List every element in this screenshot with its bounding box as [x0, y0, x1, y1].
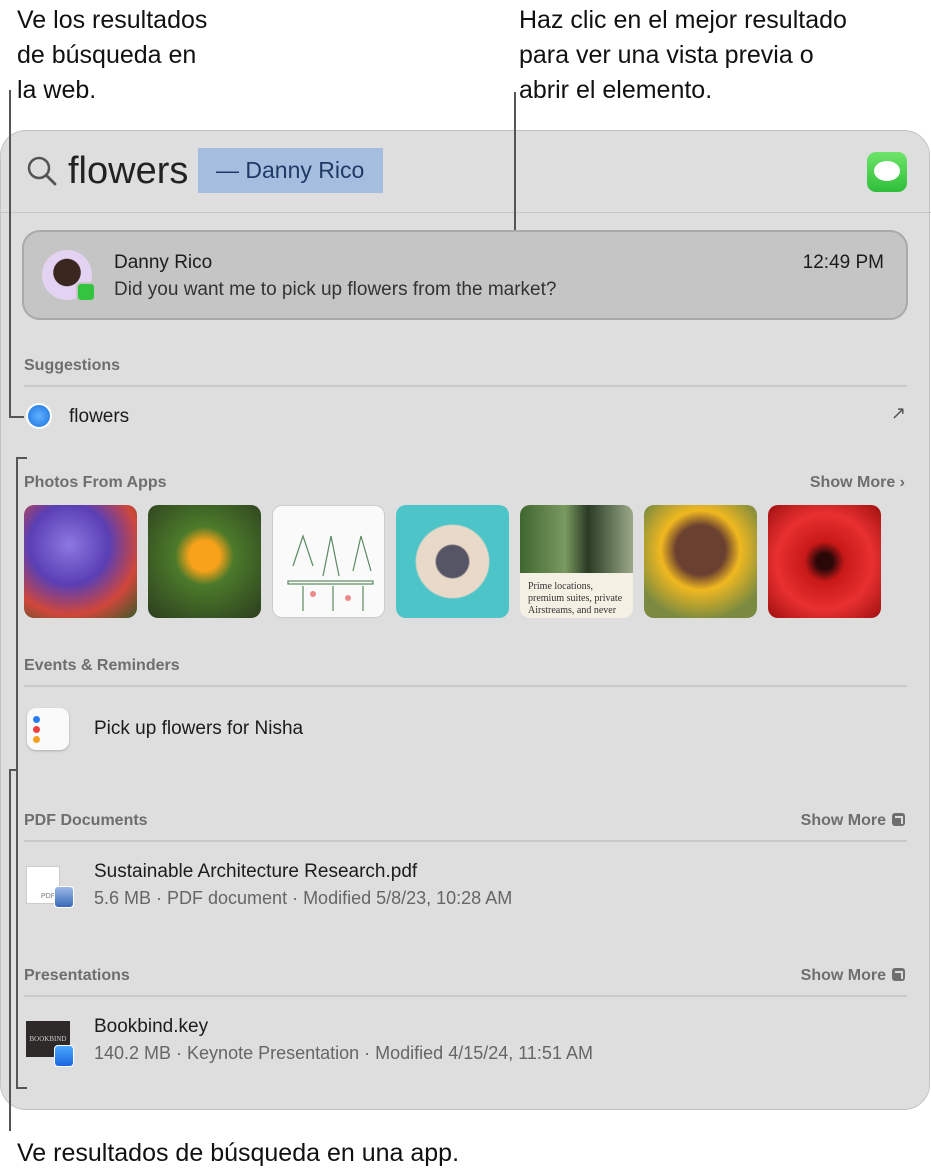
callout-leader — [9, 416, 24, 418]
chevron-right-icon: › — [899, 474, 905, 491]
callout-line: la web. — [17, 76, 97, 104]
callout-leader — [9, 769, 11, 1131]
reminder-row[interactable]: Pick up flowers for Nisha — [24, 706, 908, 752]
callout-bracket — [16, 457, 18, 1089]
section-header-suggestions: Suggestions — [24, 357, 121, 374]
photo-thumbnail[interactable] — [272, 505, 385, 618]
suggestion-row[interactable]: flowers ↗ — [24, 400, 908, 434]
callout-line: Haz clic en el mejor resultado — [519, 6, 847, 34]
messages-badge-icon — [76, 282, 96, 302]
photo-thumbnail[interactable]: Prime locations, premium suites, private… — [520, 505, 633, 618]
callout-leader — [9, 90, 11, 418]
contact-name: Danny Rico — [114, 252, 213, 273]
callout-leader — [514, 92, 516, 230]
search-completion: — Danny Rico — [198, 148, 383, 193]
search-input[interactable]: flowers — [68, 148, 188, 194]
callout-line: Ve los resultados — [17, 6, 208, 34]
photo-thumbnail[interactable] — [24, 505, 137, 618]
callout-app-results: Ve resultados de búsqueda en una app. — [17, 1139, 460, 1167]
file-meta: 5.6 MB · PDF document · Modified 5/8/23,… — [94, 888, 513, 908]
reminder-title: Pick up flowers for Nisha — [94, 718, 304, 739]
pdf-row[interactable]: PDF Sustainable Architecture Research.pd… — [24, 858, 908, 914]
open-in-app-icon — [892, 813, 905, 826]
show-more-pdfs[interactable]: Show More — [801, 812, 905, 830]
callout-line: abrir el elemento. — [519, 76, 713, 104]
callout-line: para ver una vista previa o — [519, 41, 814, 69]
divider — [24, 995, 907, 997]
section-header-photos: Photos From Apps — [24, 474, 167, 491]
top-hit-card[interactable]: Danny Rico 12:49 PM Did you want me to p… — [22, 230, 908, 320]
preview-badge-icon — [54, 886, 74, 908]
show-more-presentations[interactable]: Show More — [801, 967, 905, 985]
divider — [0, 212, 931, 213]
section-header-pdfs: PDF Documents — [24, 812, 148, 829]
section-header-events: Events & Reminders — [24, 657, 180, 674]
callout-leader — [9, 769, 17, 771]
callout-top-hit: Haz clic en el mejor resultado para ver … — [519, 3, 847, 108]
photo-thumbnail[interactable] — [768, 505, 881, 618]
search-icon — [27, 156, 57, 186]
photo-thumbnail[interactable] — [396, 505, 509, 618]
divider — [24, 840, 907, 842]
document-snippet: Prime locations, premium suites, private… — [528, 581, 623, 616]
show-more-photos[interactable]: Show More › — [810, 474, 905, 492]
file-meta: 140.2 MB · Keynote Presentation · Modifi… — [94, 1043, 593, 1063]
show-more-label: Show More — [800, 812, 886, 829]
callout-bracket — [16, 457, 27, 459]
photo-thumbnail[interactable] — [148, 505, 261, 618]
suggestion-label: flowers — [69, 406, 130, 427]
open-in-app-icon — [892, 968, 905, 981]
keynote-badge-icon — [54, 1045, 74, 1067]
file-name: Sustainable Architecture Research.pdf — [94, 861, 418, 882]
safari-icon — [26, 403, 52, 429]
divider — [24, 385, 907, 387]
file-name: Bookbind.key — [94, 1016, 209, 1037]
reminders-icon — [27, 708, 69, 750]
photo-thumbnail[interactable] — [644, 505, 757, 618]
open-arrow-icon[interactable]: ↗ — [891, 403, 906, 424]
presentation-row[interactable]: BOOKBIND Bookbind.key 140.2 MB · Keynote… — [24, 1013, 908, 1069]
divider — [24, 685, 907, 687]
message-time: 12:49 PM — [802, 252, 884, 273]
messages-icon[interactable] — [867, 152, 907, 192]
callout-line: de búsqueda en — [17, 41, 197, 69]
callout-web-results: Ve los resultados de búsqueda en la web. — [17, 3, 207, 108]
show-more-label: Show More — [809, 474, 896, 491]
section-header-presentations: Presentations — [24, 967, 130, 984]
show-more-label: Show More — [800, 967, 886, 984]
callout-bracket — [16, 1087, 27, 1089]
message-preview: Did you want me to pick up flowers from … — [114, 279, 557, 300]
